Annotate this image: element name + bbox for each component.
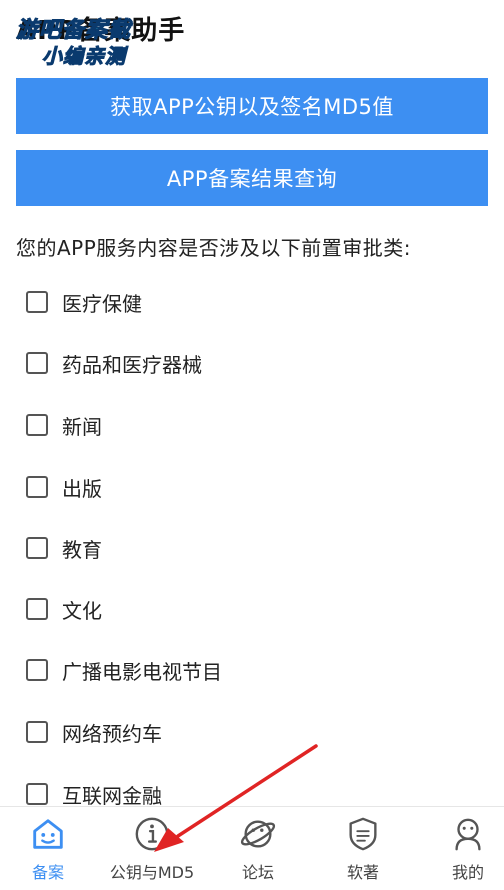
home-robot-icon [33,819,63,849]
checkbox-item-medical[interactable]: 医疗保健 [26,282,142,322]
checkbox[interactable] [26,598,48,620]
tab-label: 备案 [31,863,64,882]
tab-public-key-md5[interactable]: 公钥与MD5 [102,815,202,890]
watermark-overlay: 游吧备案截 小编亲测 [12,6,172,69]
checkbox[interactable] [26,537,48,559]
checkbox-item-drugs[interactable]: 药品和医疗器械 [26,343,202,383]
checkbox-label: 广播电影电视节目 [62,659,222,684]
checkbox[interactable] [26,414,48,436]
checkbox-item-education[interactable]: 教育 [26,528,102,568]
checkbox-item-ride-hailing[interactable]: 网络预约车 [26,712,162,752]
checkbox[interactable] [26,659,48,681]
filing-result-query-button[interactable]: APP备案结果查询 [16,150,488,206]
header: APP备案助手 游吧备案截 小编亲测 [0,0,504,70]
checkbox-item-news[interactable]: 新闻 [26,405,102,445]
tab-label: 我的 [451,863,484,882]
checkbox[interactable] [26,476,48,498]
checkbox-item-publishing[interactable]: 出版 [26,467,102,507]
tab-label: 公钥与MD5 [109,863,195,882]
checkbox-label: 出版 [62,476,102,501]
bottom-tab-bar: 备案 公钥与MD5 论坛 软著 我的 [0,806,504,890]
checkbox-label: 文化 [62,598,102,623]
user-icon [455,818,481,851]
app-page: APP备案助手 游吧备案截 小编亲测 获取APP公钥以及签名MD5值 APP备案… [0,0,504,890]
checkbox-label: 网络预约车 [62,721,162,746]
info-icon [135,817,169,851]
checkbox[interactable] [26,721,48,743]
tab-label: 软著 [346,863,379,882]
checkbox-item-broadcast[interactable]: 广播电影电视节目 [26,650,222,690]
tab-software-copyright[interactable]: 软著 [313,815,413,890]
tab-profile[interactable]: 我的 [418,815,504,890]
watermark-line-2: 小编亲测 [42,44,126,69]
checkbox-label: 互联网金融 [62,783,162,808]
checkbox[interactable] [26,291,48,313]
question-label: 您的APP服务内容是否涉及以下前置审批类: [16,236,412,260]
checkbox-item-culture[interactable]: 文化 [26,589,102,629]
planet-icon [240,820,276,848]
certificate-shield-icon [349,817,377,851]
checkbox[interactable] [26,783,48,805]
checkbox-label: 新闻 [62,414,102,439]
checkbox-label: 药品和医疗器械 [62,352,202,377]
tab-filing[interactable]: 备案 [0,815,98,890]
checkbox-label: 医疗保健 [62,291,142,316]
checkbox-label: 教育 [62,537,102,562]
tab-label: 论坛 [241,863,274,882]
checkbox[interactable] [26,352,48,374]
get-public-key-md5-button[interactable]: 获取APP公钥以及签名MD5值 [16,78,488,134]
tab-forum[interactable]: 论坛 [208,815,308,890]
